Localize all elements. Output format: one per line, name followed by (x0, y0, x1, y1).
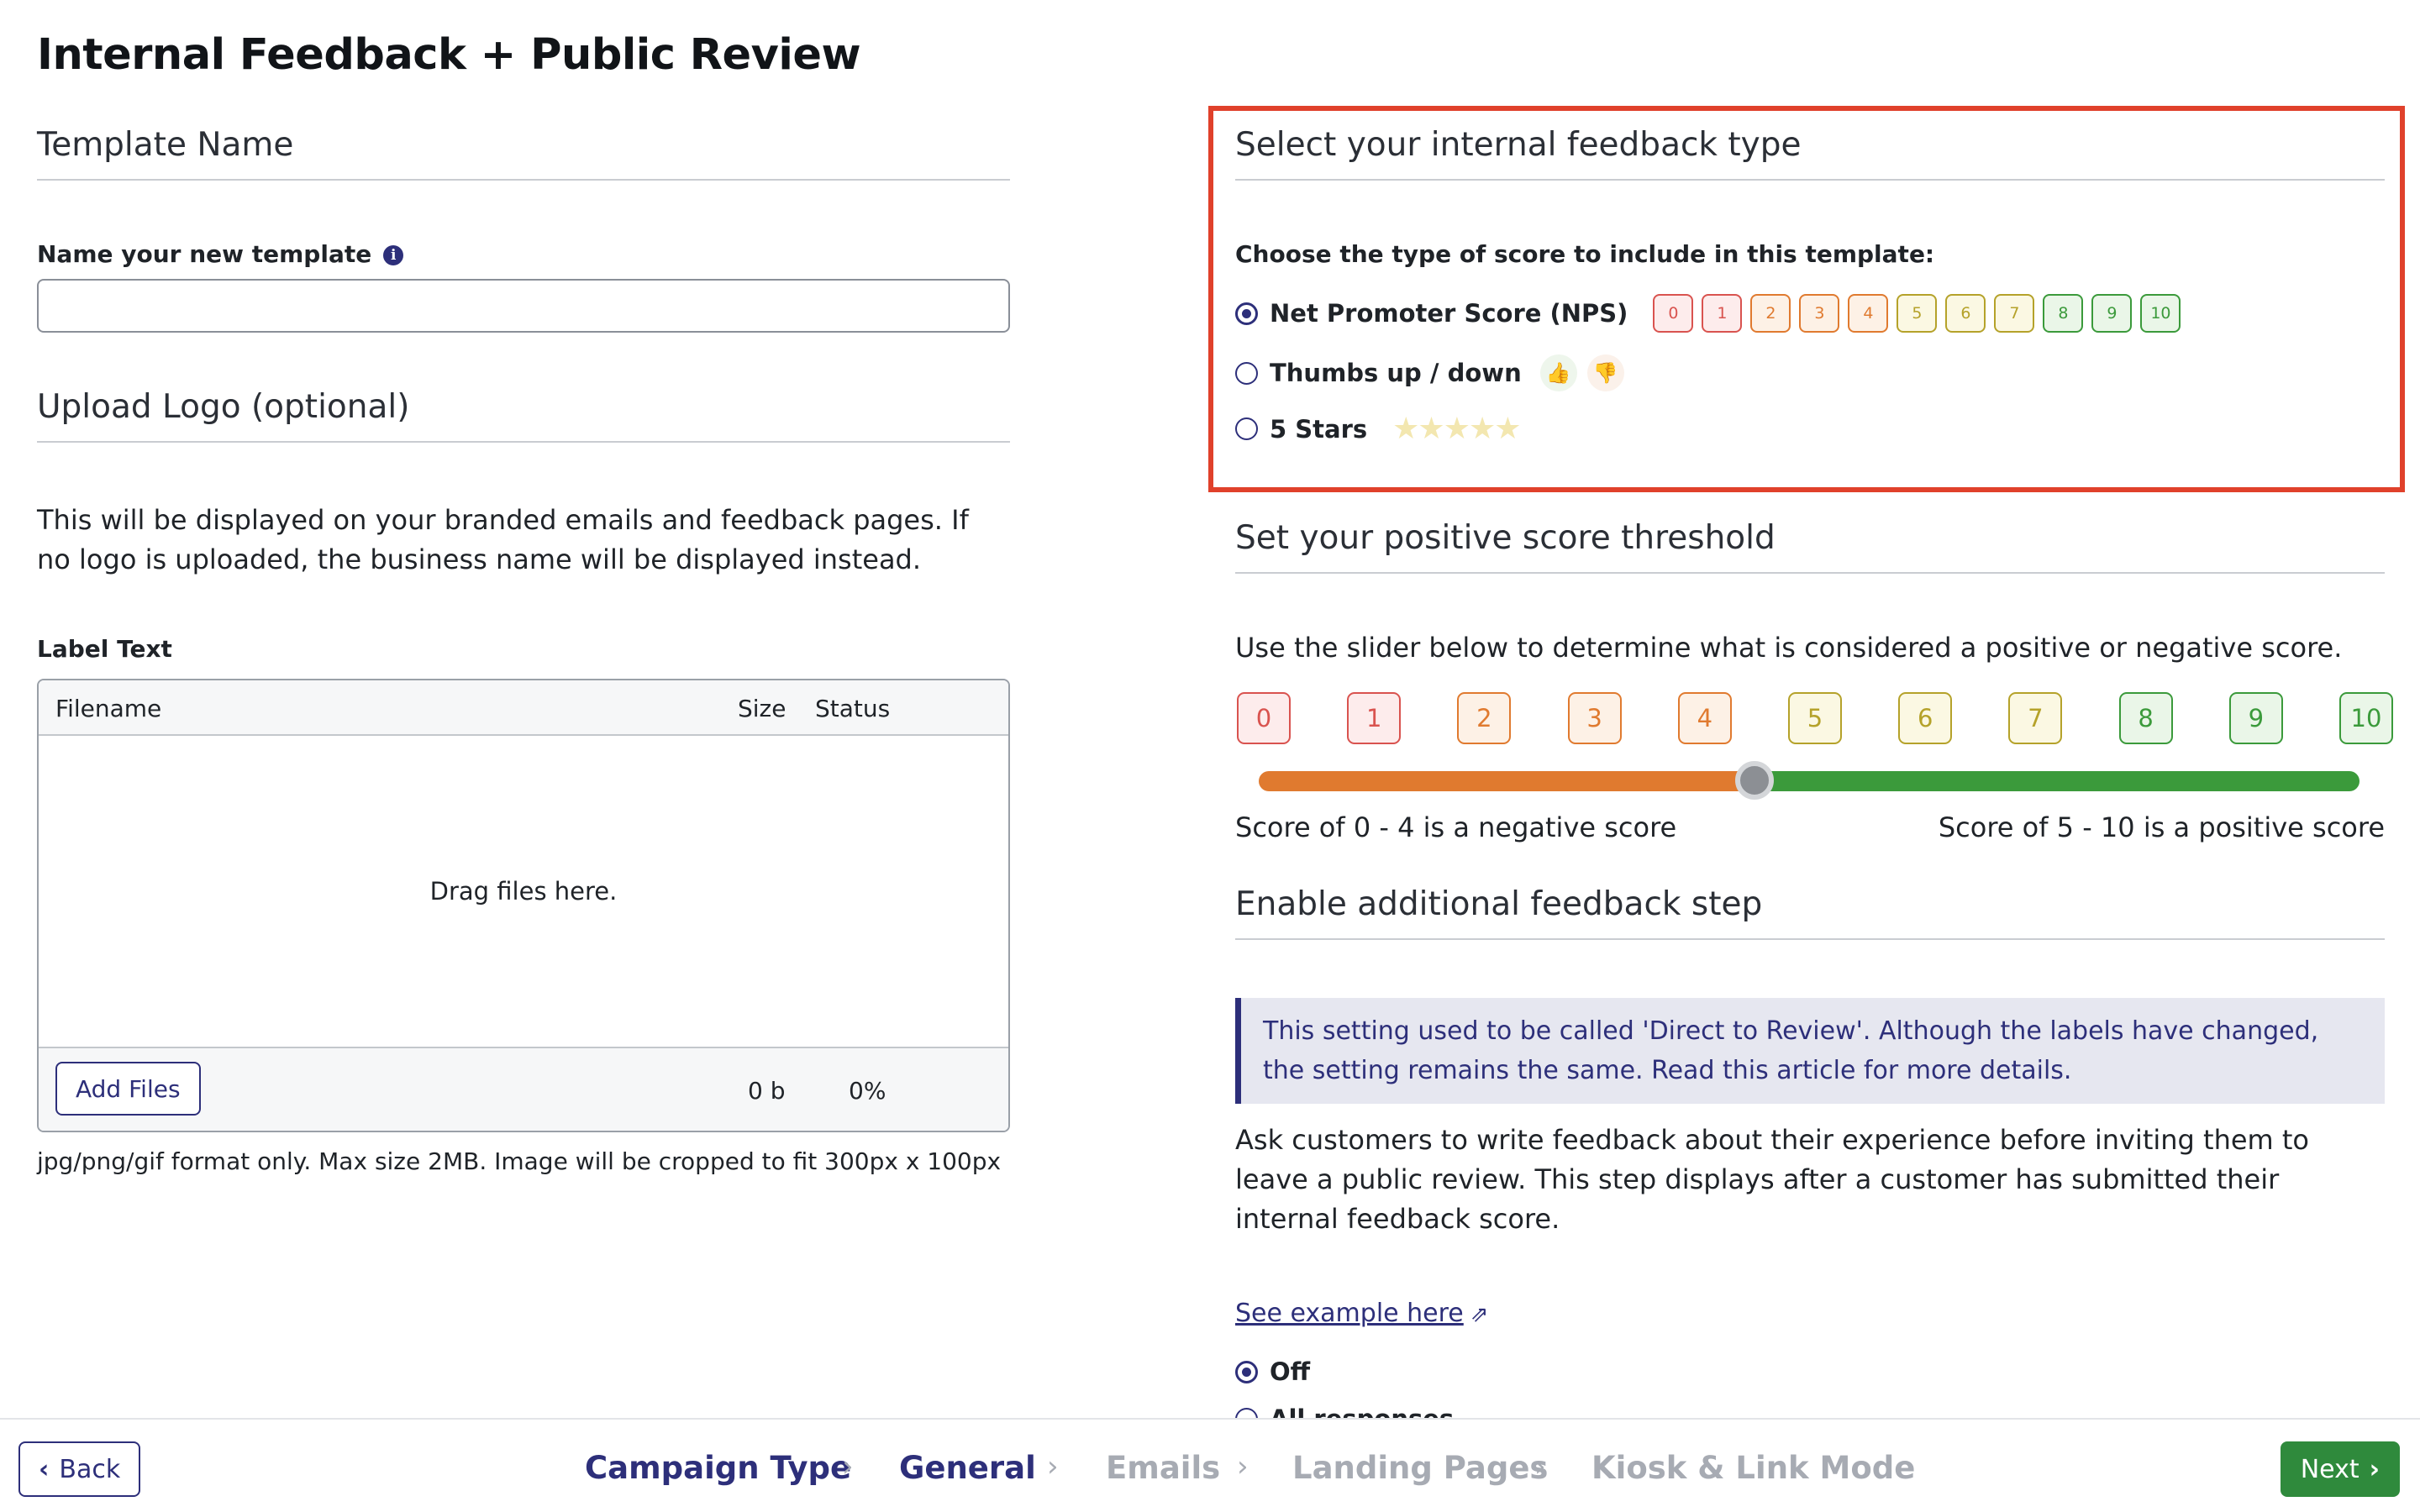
chevron-right-icon: › (1047, 1450, 1059, 1483)
option-thumbs[interactable]: Thumbs up / down 👍 👎 (1235, 354, 1624, 391)
slider-positive-track[interactable] (1754, 771, 2360, 791)
nps-chip-4: 4 (1848, 294, 1889, 333)
chevron-right-icon: › (1534, 1450, 1546, 1483)
threshold-score-row: 0 1 2 3 4 5 6 7 8 9 10 (1237, 692, 2393, 744)
step-general[interactable]: General (899, 1450, 1036, 1486)
upload-logo-heading: Upload Logo (optional) (37, 388, 1010, 443)
option-5-stars[interactable]: 5 Stars ★★★★★ (1235, 412, 1522, 446)
format-hint: jpg/png/gif format only. Max size 2MB. I… (37, 1147, 1002, 1175)
step-kiosk-link-mode[interactable]: Kiosk & Link Mode (1591, 1450, 1915, 1486)
rename-notice-text: This setting used to be called 'Direct t… (1263, 1016, 2319, 1085)
nps-chip-8: 8 (2043, 294, 2084, 333)
wizard-steps: Campaign Type › General › Emails › Landing Pag… (0, 1443, 2420, 1494)
external-link-icon: ⇗ (1470, 1302, 1489, 1327)
total-percent: 0% (849, 1077, 886, 1105)
uploader-footer: Add Files 0 b 0% (39, 1048, 1008, 1131)
slider-negative-track[interactable] (1259, 771, 1754, 791)
drop-zone[interactable]: Drag files here. (39, 736, 1008, 1048)
stars-radio[interactable] (1235, 417, 1258, 440)
step-emails[interactable]: Emails (1106, 1450, 1220, 1486)
step-landing-pages[interactable]: Landing Pages (1292, 1450, 1548, 1486)
negative-score-note: Score of 0 - 4 is a negative score (1235, 811, 1677, 843)
size-column-header: Size (738, 695, 786, 722)
option-nps[interactable]: Net Promoter Score (NPS) 0 1 2 3 4 5 6 7 8 9 10 (1235, 294, 2189, 333)
thumbs-radio[interactable] (1235, 361, 1258, 385)
nps-chip-1: 1 (1702, 294, 1743, 333)
threshold-chip-0[interactable]: 0 (1237, 692, 1291, 744)
nps-chip-7: 7 (1994, 294, 2035, 333)
nps-chip-0: 0 (1653, 294, 1694, 333)
threshold-chip-8[interactable]: 8 (2118, 692, 2173, 744)
wizard-footer: ‹ Back Campaign Type › General › Emails › Land… (0, 1418, 2420, 1512)
threshold-chip-1[interactable]: 1 (1347, 692, 1402, 744)
chevron-right-icon: › (1237, 1450, 1249, 1483)
file-uploader: Filename Size Status Drag files here. Ad… (37, 679, 1010, 1132)
stars-label: 5 Stars (1270, 414, 1368, 444)
template-name-label: Name your new template i (37, 240, 404, 268)
off-radio[interactable] (1235, 1360, 1258, 1383)
threshold-slider-handle[interactable] (1734, 761, 1774, 800)
see-example-link-wrap[interactable]: See example here ⇗ (1235, 1299, 1489, 1328)
additional-step-heading: Enable additional feedback step (1235, 885, 2385, 940)
template-name-heading: Template Name (37, 126, 1010, 181)
nps-chip-9: 9 (2091, 294, 2133, 333)
chevron-right-icon: › (842, 1450, 854, 1483)
threshold-chip-2[interactable]: 2 (1457, 692, 1512, 744)
thumbs-label: Thumbs up / down (1270, 359, 1522, 387)
off-label: Off (1270, 1357, 1311, 1386)
threshold-chip-7[interactable]: 7 (2008, 692, 2063, 744)
status-column-header: Status (815, 695, 891, 722)
next-button[interactable]: Next › (2280, 1441, 2400, 1497)
nps-label: Net Promoter Score (NPS) (1270, 299, 1628, 328)
thumbs-up-icon: 👍 (1539, 354, 1577, 391)
threshold-chip-3[interactable]: 3 (1567, 692, 1622, 744)
rename-notice: This setting used to be called 'Direct t… (1235, 998, 2385, 1104)
uploader-header: Filename Size Status (39, 680, 1008, 736)
threshold-chip-4[interactable]: 4 (1677, 692, 1732, 744)
chevron-right-icon: › (2369, 1454, 2380, 1484)
nps-chip-10: 10 (2140, 294, 2181, 333)
feedback-type-prompt: Choose the type of score to include in t… (1235, 240, 1935, 268)
nps-score-preview: 0 1 2 3 4 5 6 7 8 9 10 (1653, 294, 2189, 333)
threshold-heading: Set your positive score threshold (1235, 519, 2385, 574)
add-files-button[interactable]: Add Files (55, 1062, 201, 1116)
threshold-chip-5[interactable]: 5 (1788, 692, 1842, 744)
step-campaign-type[interactable]: Campaign Type (585, 1450, 851, 1486)
threshold-chip-10[interactable]: 10 (2339, 692, 2393, 744)
template-name-input[interactable] (37, 279, 1010, 333)
nps-chip-3: 3 (1799, 294, 1840, 333)
nps-chip-6: 6 (1945, 294, 1986, 333)
label-text-label: Label Text (37, 635, 172, 663)
next-button-label: Next (2300, 1454, 2360, 1484)
option-off[interactable]: Off (1235, 1357, 1310, 1386)
positive-score-note: Score of 5 - 10 is a positive score (1938, 811, 2385, 843)
threshold-chip-9[interactable]: 9 (2228, 692, 2283, 744)
nps-chip-5: 5 (1897, 294, 1938, 333)
additional-step-description: Ask customers to write feedback about th… (1235, 1124, 2309, 1235)
filename-column-header: Filename (55, 695, 162, 722)
see-example-link[interactable]: See example here (1235, 1299, 1464, 1328)
thumbs-down-icon: 👎 (1586, 354, 1624, 391)
page-title: Internal Feedback + Public Review (37, 30, 861, 80)
threshold-description: Use the slider below to determine what i… (1235, 632, 2343, 664)
nps-radio[interactable] (1235, 302, 1258, 325)
total-size: 0 b (748, 1077, 786, 1105)
info-icon[interactable]: i (383, 245, 404, 265)
template-name-label-text: Name your new template (37, 240, 372, 268)
threshold-chip-6[interactable]: 6 (1898, 692, 1953, 744)
drop-zone-text: Drag files here. (429, 877, 618, 906)
logo-description: This will be displayed on your branded e… (37, 504, 969, 575)
nps-chip-2: 2 (1750, 294, 1791, 333)
star-icon: ★★★★★ (1392, 412, 1521, 446)
feedback-type-heading: Select your internal feedback type (1235, 126, 2385, 181)
